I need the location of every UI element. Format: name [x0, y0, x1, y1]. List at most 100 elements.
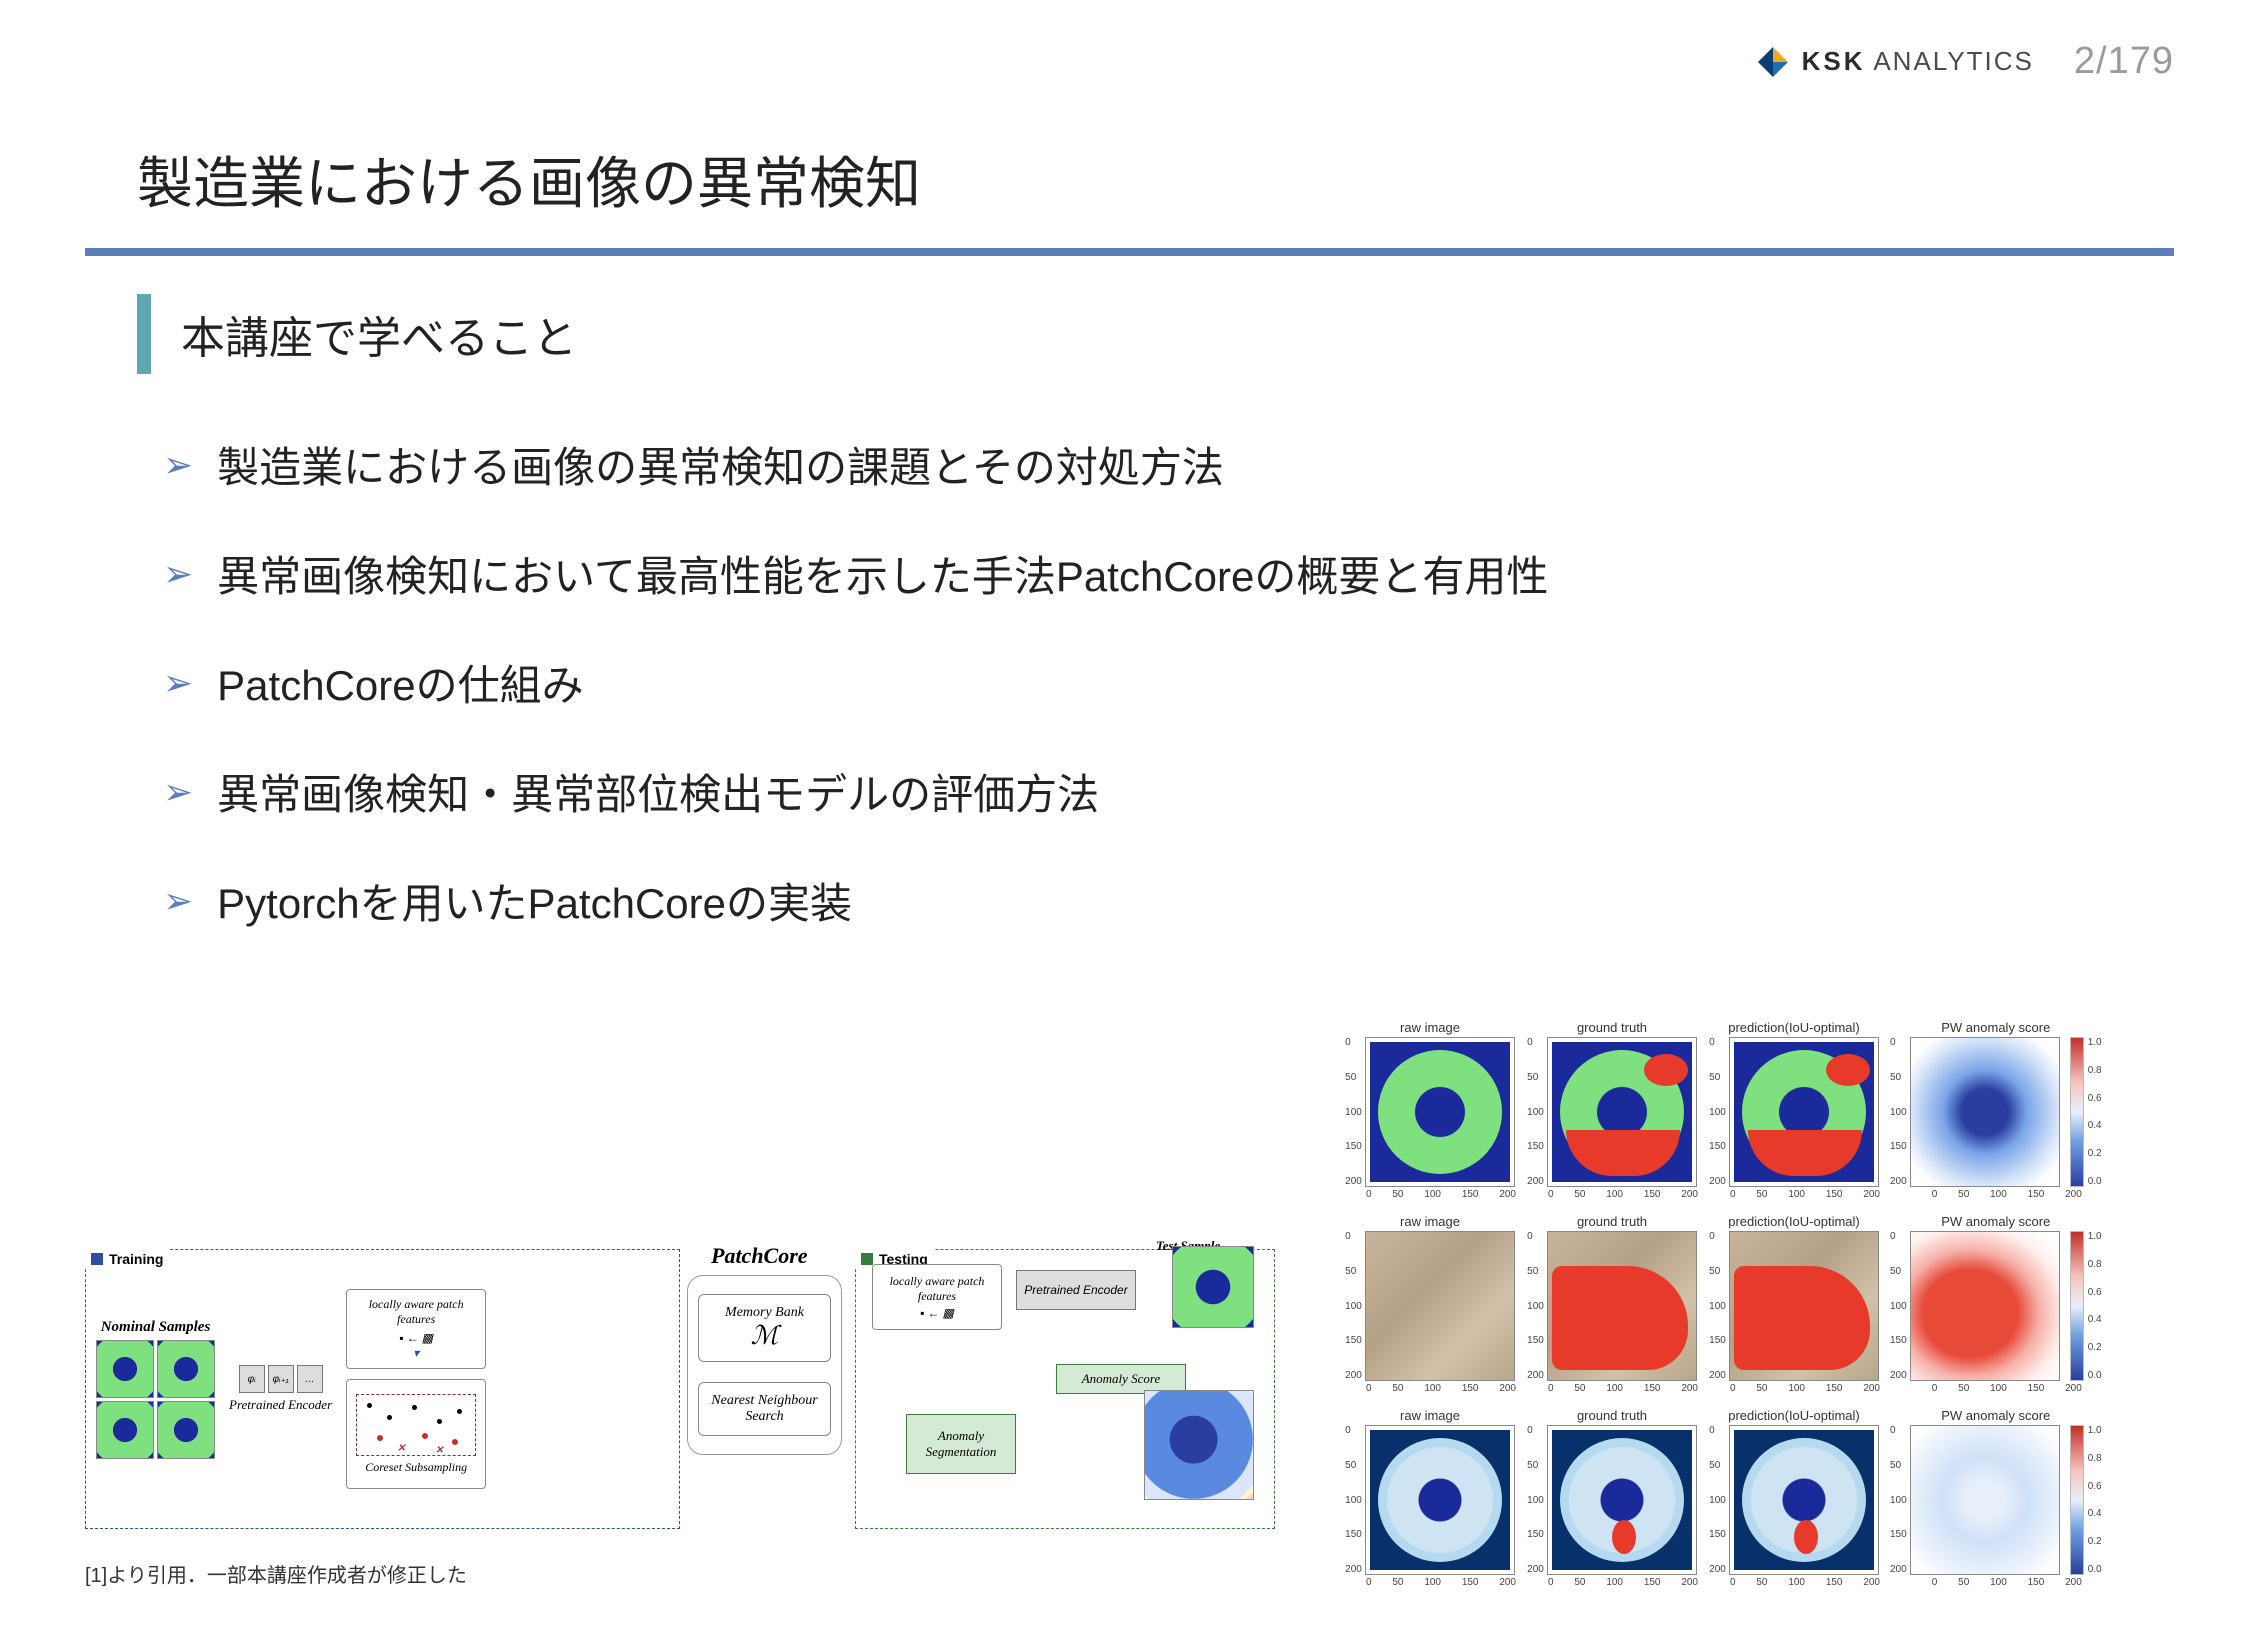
- pretrained-encoder-label: Pretrained Encoder: [229, 1397, 332, 1413]
- grid-row: raw image050100150200050100150200ground …: [1344, 1408, 2174, 1588]
- chevron-right-icon: ➢: [163, 771, 193, 813]
- page-number: 2/179: [2074, 40, 2174, 83]
- plot-image: [1365, 1037, 1515, 1187]
- bullet-text: 製造業における画像の異常検知の課題とその対処方法: [217, 434, 1224, 495]
- chevron-right-icon: ➢: [163, 444, 193, 486]
- grid-row: raw image050100150200050100150200ground …: [1344, 1020, 2174, 1200]
- y-axis-ticks: 050100150200: [1345, 1037, 1365, 1187]
- results-grid: raw image050100150200050100150200ground …: [1344, 1020, 2174, 1588]
- plot-image: [1910, 1231, 2060, 1381]
- logo-and-pagenum: KSK ANALYTICS 2/179: [1756, 40, 2174, 83]
- cell-title: raw image: [1400, 1214, 1460, 1229]
- training-panel: Training Nominal Samples: [85, 1249, 680, 1529]
- grid-cell: prediction(IoU-optimal)05010015020005010…: [1708, 1408, 1880, 1588]
- test-sample-thumb: [1172, 1246, 1254, 1328]
- page-title: 製造業における画像の異常検知: [137, 139, 2174, 220]
- figures-row: Training Nominal Samples: [85, 1020, 2174, 1588]
- nominal-samples-label: Nominal Samples: [101, 1319, 211, 1336]
- cell-title: prediction(IoU-optimal): [1728, 1408, 1860, 1423]
- y-axis-ticks: 050100150200: [1345, 1425, 1365, 1575]
- subtitle-block: 本講座で学べること: [137, 294, 2174, 374]
- colorbar-ticks: 1.00.80.60.40.20.0: [2088, 1425, 2102, 1575]
- plot-image: [1729, 1037, 1879, 1187]
- bullet-text: 異常画像検知・異常部位検出モデルの評価方法: [217, 761, 1099, 822]
- bullet-item: ➢ 異常画像検知において最高性能を示した手法PatchCoreの概要と有用性: [163, 543, 2174, 604]
- x-axis-ticks: 050100150200: [1730, 1189, 1880, 1200]
- sample-thumb: [157, 1401, 215, 1459]
- cell-title: PW anomaly score: [1941, 1020, 2050, 1035]
- x-axis-ticks: 050100150200: [1548, 1189, 1698, 1200]
- x-axis-ticks: 050100150200: [1548, 1577, 1698, 1588]
- plot-image: [1365, 1231, 1515, 1381]
- grid-cell: raw image 050100150200050100150200: [1344, 1408, 1516, 1588]
- y-axis-ticks: 050100150200: [1709, 1037, 1729, 1187]
- bullet-item: ➢ 製造業における画像の異常検知の課題とその対処方法: [163, 434, 2174, 495]
- plot-image: [1729, 1231, 1879, 1381]
- logo-mark-icon: [1756, 45, 1790, 79]
- subtitle-accent-bar: [137, 294, 151, 374]
- grid-cell: ground truth050100150200050100150200: [1526, 1020, 1698, 1200]
- sample-thumb: [157, 1340, 215, 1398]
- memory-bank-box: Memory Bank ℳ: [698, 1294, 831, 1362]
- cell-title: raw image: [1400, 1020, 1460, 1035]
- grid-cell: PW anomaly score0501001502001.00.80.60.4…: [1890, 1214, 2102, 1394]
- bullet-item: ➢ PatchCoreの仕組み: [163, 652, 2174, 713]
- coreset-scatter: ✕ ✕: [356, 1394, 476, 1456]
- x-axis-ticks: 050100150200: [1730, 1383, 1880, 1394]
- locally-aware-label: locally aware patch features: [353, 1297, 479, 1327]
- plot-image: [1547, 1037, 1697, 1187]
- subtitle-text: 本講座で学べること: [181, 294, 577, 374]
- bullet-text: Pytorchを用いたPatchCoreの実装: [217, 870, 852, 931]
- plot-image: [1547, 1425, 1697, 1575]
- plot-image: [1729, 1425, 1879, 1575]
- colorbar: [2070, 1037, 2084, 1187]
- training-label: Training: [109, 1251, 163, 1267]
- cell-title: PW anomaly score: [1941, 1408, 2050, 1423]
- plot-image: [1365, 1425, 1515, 1575]
- colorbar-ticks: 1.00.80.60.40.20.0: [2088, 1037, 2102, 1187]
- sample-thumb: [96, 1401, 154, 1459]
- grid-cell: prediction(IoU-optimal)05010015020005010…: [1708, 1214, 1880, 1394]
- x-axis-ticks: 050100150200: [1366, 1189, 1516, 1200]
- y-axis-ticks: 050100150200: [1527, 1231, 1547, 1381]
- nn-search-box: Nearest Neighbour Search: [698, 1382, 831, 1436]
- testing-panel: Testing locally aware patch features ▪ ←…: [855, 1249, 1275, 1529]
- colorbar-ticks: 1.00.80.60.40.20.0: [2088, 1231, 2102, 1381]
- locally-aware-box: locally aware patch features ▪ ← ▩ ▾: [346, 1289, 486, 1369]
- bullet-text: PatchCoreの仕組み: [217, 652, 583, 713]
- nominal-samples-block: Nominal Samples: [96, 1319, 215, 1459]
- plot-image: [1910, 1037, 2060, 1187]
- grid-cell: ground truth 050100150200050100150200: [1526, 1214, 1698, 1394]
- y-axis-ticks: 050100150200: [1890, 1037, 1910, 1187]
- cell-title: ground truth: [1577, 1214, 1647, 1229]
- chevron-right-icon: ➢: [163, 880, 193, 922]
- memory-bank-label: Memory Bank: [703, 1305, 826, 1321]
- x-axis-ticks: 050100150200: [1932, 1189, 2082, 1200]
- bullet-text: 異常画像検知において最高性能を示した手法PatchCoreの概要と有用性: [217, 543, 1548, 604]
- chevron-right-icon: ➢: [163, 662, 193, 704]
- grid-cell: raw image 050100150200050100150200: [1344, 1020, 1516, 1200]
- grid-cell: PW anomaly score0501001502001.00.80.60.4…: [1890, 1408, 2102, 1588]
- grid-cell: ground truth 050100150200050100150200: [1526, 1408, 1698, 1588]
- bullet-item: ➢ 異常画像検知・異常部位検出モデルの評価方法: [163, 761, 2174, 822]
- grid-row: raw image050100150200050100150200ground …: [1344, 1214, 2174, 1394]
- cell-title: prediction(IoU-optimal): [1728, 1020, 1860, 1035]
- cell-title: ground truth: [1577, 1408, 1647, 1423]
- bullet-list: ➢ 製造業における画像の異常検知の課題とその対処方法 ➢ 異常画像検知において最…: [163, 434, 2174, 931]
- patchcore-core-block: Memory Bank ℳ Nearest Neighbour Search: [687, 1275, 842, 1455]
- cell-title: raw image: [1400, 1408, 1460, 1423]
- patchcore-title: PatchCore: [705, 1243, 814, 1269]
- logo-text: KSK ANALYTICS: [1802, 46, 2034, 77]
- coreset-box: ✕ ✕ Coreset Subsampling: [346, 1379, 486, 1489]
- citation-text: [1]より引用．一部本講座作成者が修正した: [85, 1559, 1255, 1588]
- x-axis-ticks: 050100150200: [1548, 1383, 1698, 1394]
- colorbar: [2070, 1425, 2084, 1575]
- y-axis-ticks: 050100150200: [1527, 1425, 1547, 1575]
- training-legend: Training: [85, 1249, 169, 1269]
- locally-aware-label: locally aware patch features: [879, 1274, 995, 1304]
- locally-aware-box-test: locally aware patch features ▪ ← ▩: [872, 1264, 1002, 1330]
- cell-title: ground truth: [1577, 1020, 1647, 1035]
- x-axis-ticks: 050100150200: [1366, 1577, 1516, 1588]
- pretrained-encoder-test: Pretrained Encoder: [1016, 1270, 1136, 1310]
- plot-image: [1910, 1425, 2060, 1575]
